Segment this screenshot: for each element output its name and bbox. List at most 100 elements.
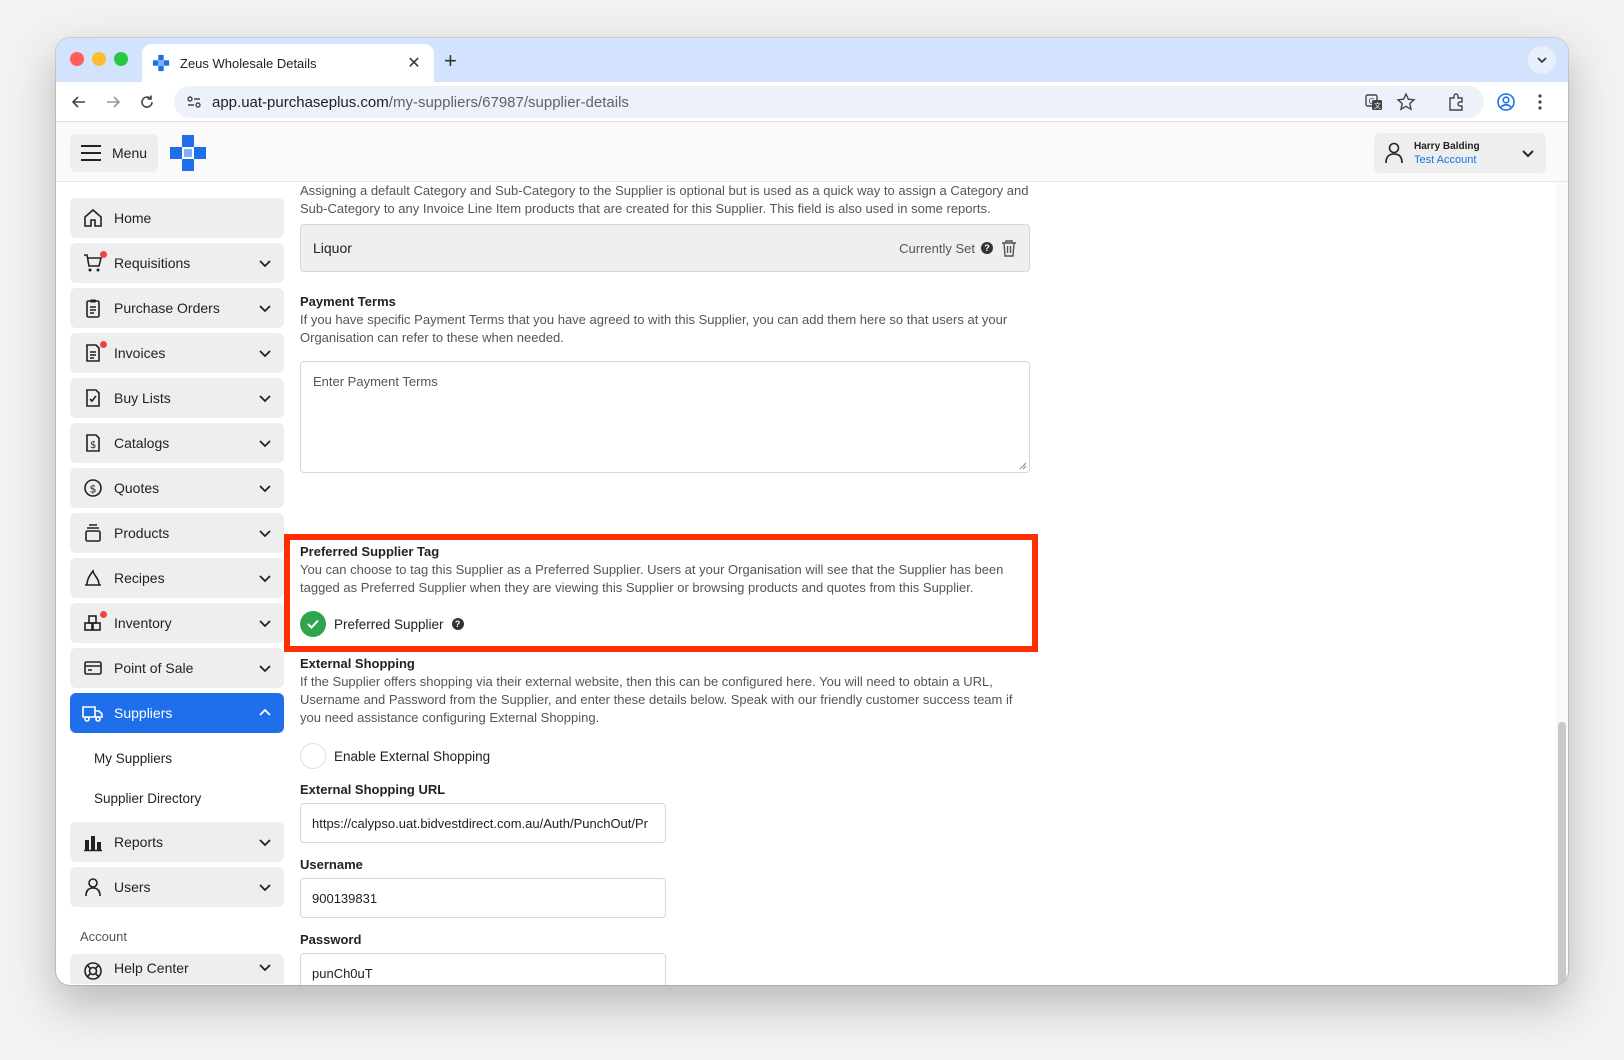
help-icon[interactable]: ? bbox=[981, 242, 993, 254]
app-header: Menu Harry Balding Test Account bbox=[56, 122, 1568, 182]
enable-external-shopping-label: Enable External Shopping bbox=[334, 748, 491, 764]
payment-terms-heading: Payment Terms bbox=[300, 294, 396, 309]
site-settings-icon[interactable] bbox=[186, 94, 202, 110]
bookmark-star-icon[interactable] bbox=[1396, 92, 1416, 112]
help-icon[interactable]: ? bbox=[451, 618, 464, 630]
translate-icon[interactable]: G 文 bbox=[1364, 92, 1384, 112]
close-window-button[interactable] bbox=[70, 52, 84, 66]
checked-circle-icon[interactable] bbox=[300, 611, 326, 637]
inventory-icon bbox=[82, 611, 107, 634]
sidebar-item-inventory[interactable]: Inventory bbox=[70, 603, 284, 643]
external-url-heading: External Shopping URL bbox=[300, 782, 446, 797]
preferred-supplier-heading: Preferred Supplier Tag bbox=[300, 544, 440, 559]
sidebar-subitem-supplier-directory[interactable]: Supplier Directory bbox=[70, 778, 284, 818]
lifebuoy-icon bbox=[82, 960, 104, 982]
sidebar-item-label: Buy Lists bbox=[114, 390, 171, 406]
sidebar-item-home[interactable]: Home bbox=[70, 198, 284, 238]
sidebar-item-help-center[interactable]: Help Center bbox=[70, 954, 284, 984]
menu-button[interactable]: Menu bbox=[70, 134, 158, 172]
svg-text:$: $ bbox=[90, 483, 97, 496]
unchecked-circle-icon[interactable] bbox=[300, 743, 326, 769]
menu-label: Menu bbox=[112, 145, 148, 161]
sidebar-item-products[interactable]: Products bbox=[70, 513, 284, 553]
sidebar-item-suppliers[interactable]: Suppliers bbox=[70, 693, 284, 733]
chevron-down-icon bbox=[259, 485, 271, 493]
svg-text:$: $ bbox=[90, 440, 96, 451]
category-description: Assigning a default Category and Sub-Cat… bbox=[300, 183, 1029, 216]
chevron-down-icon bbox=[259, 440, 271, 448]
browser-toolbar: app.uat-purchaseplus.com/my-suppliers/67… bbox=[56, 82, 1568, 122]
browser-window: Zeus Wholesale Details ✕ + app.uat-purch… bbox=[56, 38, 1568, 985]
sidebar-item-label: Help Center bbox=[114, 960, 189, 976]
sidebar: Home Requisitions Purchase Orders Invoices B… bbox=[70, 198, 284, 985]
sidebar-item-label: Point of Sale bbox=[114, 660, 194, 676]
cart-icon bbox=[82, 251, 107, 274]
chevron-up-icon bbox=[259, 708, 271, 716]
minimize-window-button[interactable] bbox=[92, 52, 106, 66]
tab-search-chevron-icon[interactable] bbox=[1528, 46, 1556, 74]
chevron-down-icon bbox=[259, 665, 271, 673]
notification-dot bbox=[100, 611, 107, 618]
sidebar-item-label: Requisitions bbox=[114, 255, 191, 271]
external-shopping-heading: External Shopping bbox=[300, 656, 415, 671]
username-input[interactable]: 900139831 bbox=[300, 878, 666, 918]
reports-icon bbox=[82, 831, 104, 853]
sidebar-item-purchase-orders[interactable]: Purchase Orders bbox=[70, 288, 284, 328]
url-path: /my-suppliers/67987/supplier-details bbox=[388, 93, 629, 111]
user-menu[interactable]: Harry Balding Test Account bbox=[1374, 133, 1546, 173]
resize-handle-icon[interactable] bbox=[1019, 462, 1027, 470]
sidebar-item-label: Users bbox=[114, 879, 151, 895]
password-heading: Password bbox=[300, 932, 362, 947]
sidebar-item-buy-lists[interactable]: Buy Lists bbox=[70, 378, 284, 418]
sidebar-item-users[interactable]: Users bbox=[70, 867, 284, 907]
sidebar-item-invoices[interactable]: Invoices bbox=[70, 333, 284, 373]
invoice-icon bbox=[82, 341, 107, 364]
catalog-icon: $ bbox=[82, 432, 104, 454]
address-bar[interactable]: app.uat-purchaseplus.com/my-suppliers/67… bbox=[174, 86, 1484, 118]
reload-icon[interactable] bbox=[130, 85, 164, 119]
checklist-icon bbox=[82, 387, 104, 409]
profile-icon[interactable] bbox=[1496, 92, 1516, 112]
chevron-down-icon bbox=[259, 350, 271, 358]
tab-close-icon[interactable]: ✕ bbox=[404, 53, 424, 73]
scrollbar-thumb[interactable] bbox=[1558, 722, 1566, 985]
new-tab-icon[interactable]: + bbox=[444, 48, 457, 74]
preferred-supplier-description: You can choose to tag this Supplier as a… bbox=[300, 562, 1004, 595]
products-icon bbox=[82, 522, 104, 544]
trash-icon[interactable] bbox=[1001, 239, 1017, 257]
browser-tab[interactable]: Zeus Wholesale Details ✕ bbox=[142, 44, 434, 82]
chevron-down-icon bbox=[259, 530, 271, 538]
back-icon[interactable] bbox=[62, 85, 96, 119]
maximize-window-button[interactable] bbox=[114, 52, 128, 66]
user-icon bbox=[82, 876, 104, 898]
sidebar-item-catalogs[interactable]: $ Catalogs bbox=[70, 423, 284, 463]
sidebar-item-label: Suppliers bbox=[114, 705, 173, 721]
tab-strip: Zeus Wholesale Details ✕ + bbox=[56, 38, 1568, 82]
password-input[interactable]: punCh0uT bbox=[300, 953, 666, 985]
chevron-down-icon bbox=[1522, 150, 1534, 158]
sidebar-item-reports[interactable]: Reports bbox=[70, 822, 284, 862]
purchaseplus-logo[interactable] bbox=[170, 135, 206, 171]
sidebar-item-label: Home bbox=[114, 210, 152, 226]
sidebar-item-recipes[interactable]: Recipes bbox=[70, 558, 284, 598]
account-section-label: Account bbox=[80, 929, 127, 944]
forward-icon[interactable] bbox=[96, 85, 130, 119]
sidebar-item-label: Recipes bbox=[114, 570, 165, 586]
sidebar-item-label: Quotes bbox=[114, 480, 160, 496]
page-scrollbar[interactable] bbox=[1556, 182, 1568, 985]
sidebar-item-label: Inventory bbox=[114, 615, 172, 631]
chevron-down-icon bbox=[259, 964, 271, 972]
payment-terms-textarea[interactable]: Enter Payment Terms bbox=[300, 361, 1030, 473]
sidebar-subitem-my-suppliers[interactable]: My Suppliers bbox=[70, 738, 284, 778]
clipboard-icon bbox=[82, 297, 104, 319]
sidebar-item-requisitions[interactable]: Requisitions bbox=[70, 243, 284, 283]
enable-external-shopping-toggle[interactable]: Enable External Shopping bbox=[300, 743, 1030, 769]
external-url-input[interactable]: https://calypso.uat.bidvestdirect.com.au… bbox=[300, 803, 666, 843]
extensions-icon[interactable] bbox=[1446, 92, 1466, 112]
preferred-supplier-toggle[interactable]: Preferred Supplier ? bbox=[300, 611, 1030, 637]
sidebar-item-point-of-sale[interactable]: Point of Sale bbox=[70, 648, 284, 688]
url-text: app.uat-purchaseplus.com/my-suppliers/67… bbox=[212, 94, 629, 111]
sidebar-item-quotes[interactable]: $ Quotes bbox=[70, 468, 284, 508]
more-menu-icon[interactable] bbox=[1530, 92, 1550, 112]
url-host: app.uat-purchaseplus.com bbox=[212, 93, 389, 111]
